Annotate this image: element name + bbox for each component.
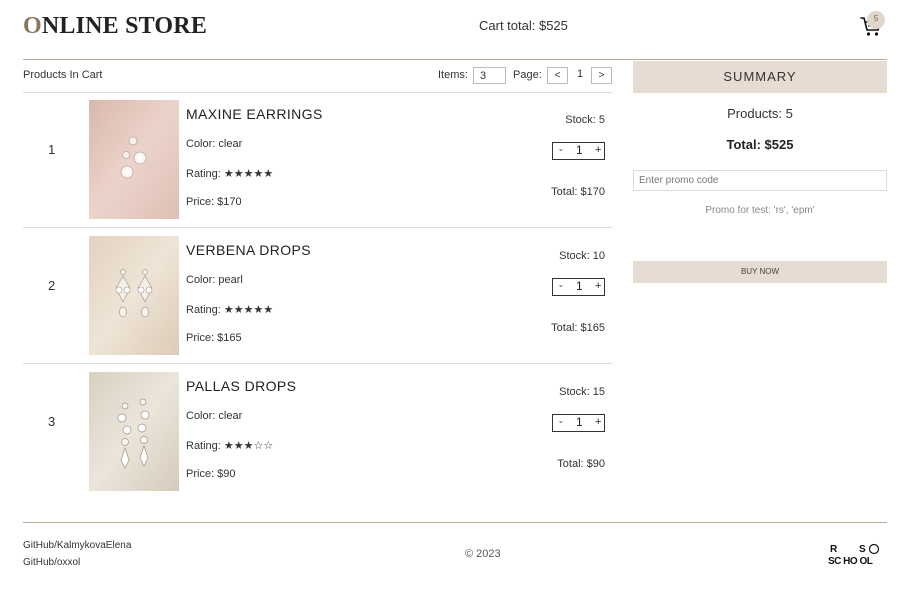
earring-image <box>89 236 179 355</box>
increase-button[interactable]: + <box>595 280 601 292</box>
github-link[interactable]: GitHub/KalmykovaElena <box>23 540 131 551</box>
product-name[interactable]: PALLAS DROPS <box>186 378 296 394</box>
product-name[interactable]: MAXINE EARRINGS <box>186 106 323 122</box>
promo-hint: Promo for test: 'rs', 'epm' <box>705 205 815 216</box>
header: ONLINE STORE Cart total: $525 5 <box>23 0 887 60</box>
logo-first-letter: O <box>23 13 42 39</box>
next-page-button[interactable]: > <box>591 67 612 84</box>
copyright: © 2023 <box>465 548 501 560</box>
cart-count-badge: 5 <box>867 11 885 29</box>
product-color: Color: clear <box>186 138 243 150</box>
cart-product-row: 3 PALLAS DROPS Color: clear Rating: ★★★☆… <box>23 364 612 500</box>
product-rating: Rating: ★★★★★ <box>186 168 274 180</box>
summary-title: SUMMARY <box>633 61 887 93</box>
product-image[interactable] <box>89 100 179 219</box>
product-color: Color: pearl <box>186 274 243 286</box>
svg-text:R: R <box>830 544 838 555</box>
items-label: Items: <box>438 69 468 81</box>
cart-total: Cart total: $525 <box>479 18 568 33</box>
product-index: 1 <box>48 142 56 157</box>
summary-products-count: Products: 5 <box>727 106 793 121</box>
quantity-value: 1 <box>576 143 583 157</box>
decrease-button[interactable]: - <box>559 416 563 428</box>
increase-button[interactable]: + <box>595 144 601 156</box>
product-stock: Stock: 15 <box>559 386 605 398</box>
product-name[interactable]: VERBENA DROPS <box>186 242 311 258</box>
product-total: Total: $165 <box>551 322 605 334</box>
quantity-stepper: - 1 + <box>552 142 605 160</box>
buy-now-button[interactable]: BUY NOW <box>633 261 887 283</box>
rs-school-logo-graphic: R S SC HO OL <box>828 543 880 567</box>
product-rating: Rating: ★★★★★ <box>186 304 274 316</box>
svg-text:S: S <box>859 544 866 555</box>
decrease-button[interactable]: - <box>559 144 563 156</box>
store-logo[interactable]: ONLINE STORE <box>23 13 207 40</box>
cart-product-row: 1 MAXINE EARRINGS Color: clear Rating: ★… <box>23 92 612 228</box>
earring-image <box>89 100 179 219</box>
svg-text:SC HO OL: SC HO OL <box>828 556 873 567</box>
product-stock: Stock: 5 <box>565 114 605 126</box>
decrease-button[interactable]: - <box>559 280 563 292</box>
quantity-stepper: - 1 + <box>552 414 605 432</box>
items-per-page-input[interactable] <box>473 67 506 84</box>
logo-text: NLINE STORE <box>41 13 208 39</box>
cart-title: Products In Cart <box>23 69 103 81</box>
cart-header: Products In Cart Items: Page: < 1 > <box>23 61 612 93</box>
cart-product-row: 2 VERBENA DROPS Color: pearl Rating: ★★★… <box>23 228 612 364</box>
product-total: Total: $170 <box>551 186 605 198</box>
quantity-value: 1 <box>576 415 583 429</box>
product-rating: Rating: ★★★☆☆ <box>186 440 274 452</box>
product-price: Price: $90 <box>186 468 236 480</box>
prev-page-button[interactable]: < <box>547 67 568 84</box>
summary-total: Total: $525 <box>726 137 794 152</box>
product-color: Color: clear <box>186 410 243 422</box>
product-price: Price: $165 <box>186 332 242 344</box>
product-price: Price: $170 <box>186 196 242 208</box>
product-total: Total: $90 <box>557 458 605 470</box>
quantity-stepper: - 1 + <box>552 278 605 296</box>
product-image[interactable] <box>89 236 179 355</box>
earring-image <box>89 372 179 491</box>
page-number: 1 <box>577 68 584 80</box>
page-label: Page: <box>513 69 542 81</box>
promo-code-input[interactable] <box>633 170 887 191</box>
rs-school-logo[interactable]: R S SC HO OL <box>828 543 888 567</box>
github-link[interactable]: GitHub/oxxol <box>23 557 80 568</box>
increase-button[interactable]: + <box>595 416 601 428</box>
product-stock: Stock: 10 <box>559 250 605 262</box>
footer-divider <box>23 522 887 523</box>
product-image[interactable] <box>89 372 179 491</box>
product-index: 3 <box>48 414 56 429</box>
product-index: 2 <box>48 278 56 293</box>
quantity-value: 1 <box>576 279 583 293</box>
